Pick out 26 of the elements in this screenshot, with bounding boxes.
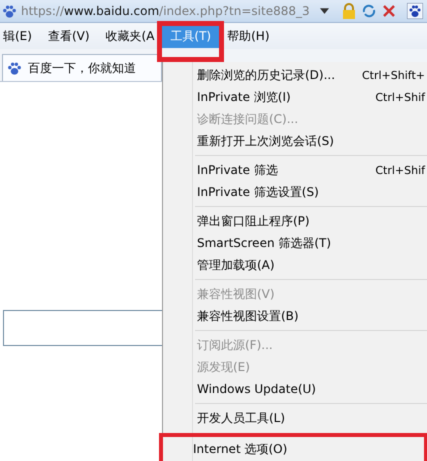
menu-bar-item[interactable]: 帮助(H) [219,24,278,48]
menu-item[interactable]: InPrivate 浏览(I) Ctrl+Shif [163,86,427,108]
paw-icon [7,60,22,76]
dropdown-icon[interactable] [320,8,329,14]
menu-item[interactable]: InPrivate 筛选 Ctrl+Shif [163,159,427,181]
url-field[interactable]: https://www.baidu.com/index.php?tn=site888_3 [21,3,310,19]
menu-item[interactable]: 开发人员工具(L) [163,407,427,429]
menu-bar-item[interactable]: 收藏夹(A [98,24,162,48]
menu-item[interactable]: 删除浏览的历史记录(D)... Ctrl+Shift+ [163,64,427,86]
lock-icon[interactable] [340,3,357,19]
menu-item[interactable]: Windows Update(U) [163,378,427,400]
menu-item[interactable]: 重新打开上次浏览会话(S) [163,130,427,152]
menu-item[interactable]: SmartScreen 筛选器(T) [163,232,427,254]
menu-bar-item[interactable]: 辑(E) [0,24,40,48]
menu-item[interactable]: 管理加载项(A) [163,254,427,276]
menu-item[interactable]: InPrivate 筛选设置(S) [163,181,427,203]
menu-bar-item[interactable]: 查看(V) [40,24,98,48]
refresh-icon[interactable] [360,3,377,19]
paw-icon[interactable] [406,3,423,19]
browser-tab[interactable]: 百度一下，你就知道 [2,54,162,81]
menu-item[interactable]: 弹出窗口阻止程序(P) [163,210,427,232]
tab-title: 百度一下，你就知道 [28,60,136,76]
close-icon[interactable] [380,3,397,19]
menu-item[interactable]: 兼容性视图设置(B) [163,305,427,327]
menu-item[interactable]: Internet 选项(O) [159,433,427,461]
paw-icon [2,4,17,18]
